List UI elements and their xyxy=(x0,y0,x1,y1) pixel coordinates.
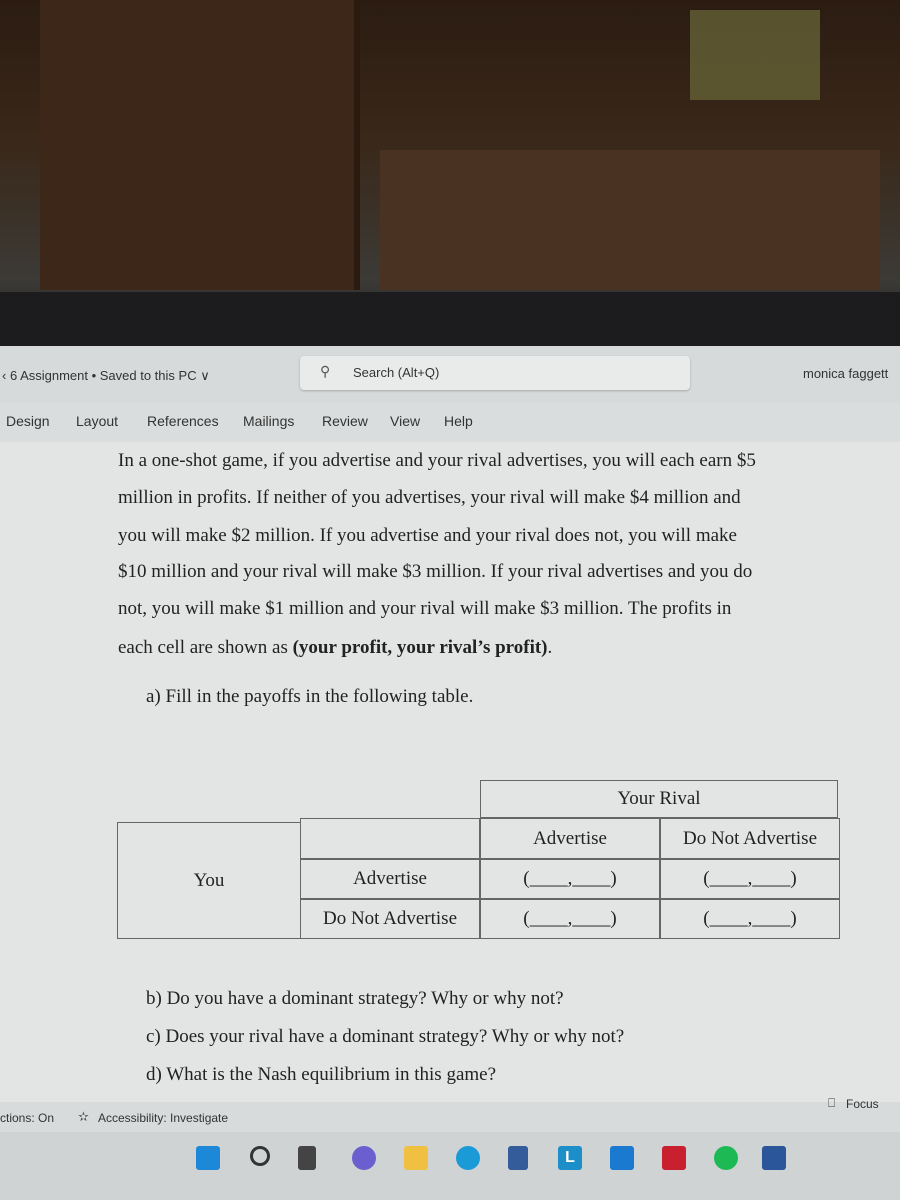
you-advertise-label: Advertise xyxy=(300,859,480,899)
paragraph-line: you will make $2 million. If you adverti… xyxy=(118,525,737,546)
payoff-cell[interactable]: (____,____) xyxy=(480,899,660,939)
ribbon-tabs: Design Layout References Mailings Review… xyxy=(0,402,900,442)
microsoft-store-icon[interactable] xyxy=(508,1146,528,1170)
search-icon[interactable] xyxy=(250,1146,270,1166)
focus-button[interactable]: Focus xyxy=(846,1097,879,1111)
question-a: a) Fill in the payoffs in the following … xyxy=(146,686,474,707)
question-c: c) Does your rival have a dominant strat… xyxy=(146,1026,625,1047)
word-icon[interactable] xyxy=(762,1146,786,1170)
accessibility-status[interactable]: Accessibility: Investigate xyxy=(98,1111,228,1125)
text: each cell are shown as xyxy=(118,637,293,658)
rival-advertise-header: Advertise xyxy=(480,818,660,859)
teams-chat-icon[interactable] xyxy=(352,1146,376,1170)
predictions-status[interactable]: ctions: On xyxy=(0,1111,54,1125)
text: . xyxy=(547,637,553,658)
laptop-bezel xyxy=(0,292,900,352)
tab-help[interactable]: Help xyxy=(444,413,473,429)
tab-mailings[interactable]: Mailings xyxy=(243,413,294,429)
paragraph-line: not, you will make $1 million and your r… xyxy=(118,598,732,619)
payoff-cell[interactable]: (____,____) xyxy=(660,899,840,939)
player-label-cell: You xyxy=(117,822,300,939)
cortana-icon[interactable] xyxy=(610,1146,634,1170)
l-app-icon[interactable]: L xyxy=(558,1146,582,1170)
player-label: You xyxy=(193,869,225,891)
you-not-advertise-label: Do Not Advertise xyxy=(300,899,480,939)
title-bar: ‹ 6 Assignment • Saved to this PC ∨ ⚲ Se… xyxy=(0,346,900,402)
task-view-icon[interactable] xyxy=(298,1146,316,1170)
taskbar: L xyxy=(0,1132,900,1200)
tab-view[interactable]: View xyxy=(390,413,420,429)
bold-text: (your profit, your rival’s profit) xyxy=(292,637,548,658)
rival-not-advertise-header: Do Not Advertise xyxy=(660,818,840,859)
payoff-cell[interactable]: (____,____) xyxy=(660,859,840,899)
paragraph-line: $10 million and your rival will make $3 … xyxy=(118,561,753,582)
mcafee-icon[interactable] xyxy=(662,1146,686,1170)
windows-start-icon[interactable] xyxy=(196,1146,220,1170)
search-box[interactable]: ⚲ Search (Alt+Q) xyxy=(300,356,690,390)
question-d: d) What is the Nash equilibrium in this … xyxy=(146,1064,497,1085)
document-page[interactable]: In a one-shot game, if you advertise and… xyxy=(0,442,900,1102)
spotify-icon[interactable] xyxy=(714,1146,738,1170)
word-window: ‹ 6 Assignment • Saved to this PC ∨ ⚲ Se… xyxy=(0,346,900,1200)
tab-design[interactable]: Design xyxy=(6,413,50,429)
empty-header-cell xyxy=(300,818,480,859)
paragraph-line: In a one-shot game, if you advertise and… xyxy=(118,450,756,471)
edge-icon[interactable] xyxy=(456,1146,480,1170)
tab-layout[interactable]: Layout xyxy=(76,413,118,429)
rival-header: Your Rival xyxy=(480,780,838,818)
status-bar: ctions: On ✫ Accessibility: Investigate … xyxy=(0,1096,900,1132)
tab-review[interactable]: Review xyxy=(322,413,368,429)
user-name[interactable]: monica faggett xyxy=(803,366,888,381)
focus-icon: ⎕ xyxy=(828,1096,836,1110)
paragraph-last-line: each cell are shown as (your profit, you… xyxy=(118,637,552,659)
search-icon: ⚲ xyxy=(320,363,331,379)
document-title[interactable]: ‹ 6 Assignment • Saved to this PC ∨ xyxy=(2,368,210,384)
question-b: b) Do you have a dominant strategy? Why … xyxy=(146,988,564,1009)
search-placeholder: Search (Alt+Q) xyxy=(353,365,440,380)
paragraph-line: million in profits. If neither of you ad… xyxy=(118,487,741,508)
accessibility-icon: ✫ xyxy=(78,1109,89,1124)
tab-references[interactable]: References xyxy=(147,413,219,429)
payoff-cell[interactable]: (____,____) xyxy=(480,859,660,899)
file-explorer-icon[interactable] xyxy=(404,1146,428,1170)
